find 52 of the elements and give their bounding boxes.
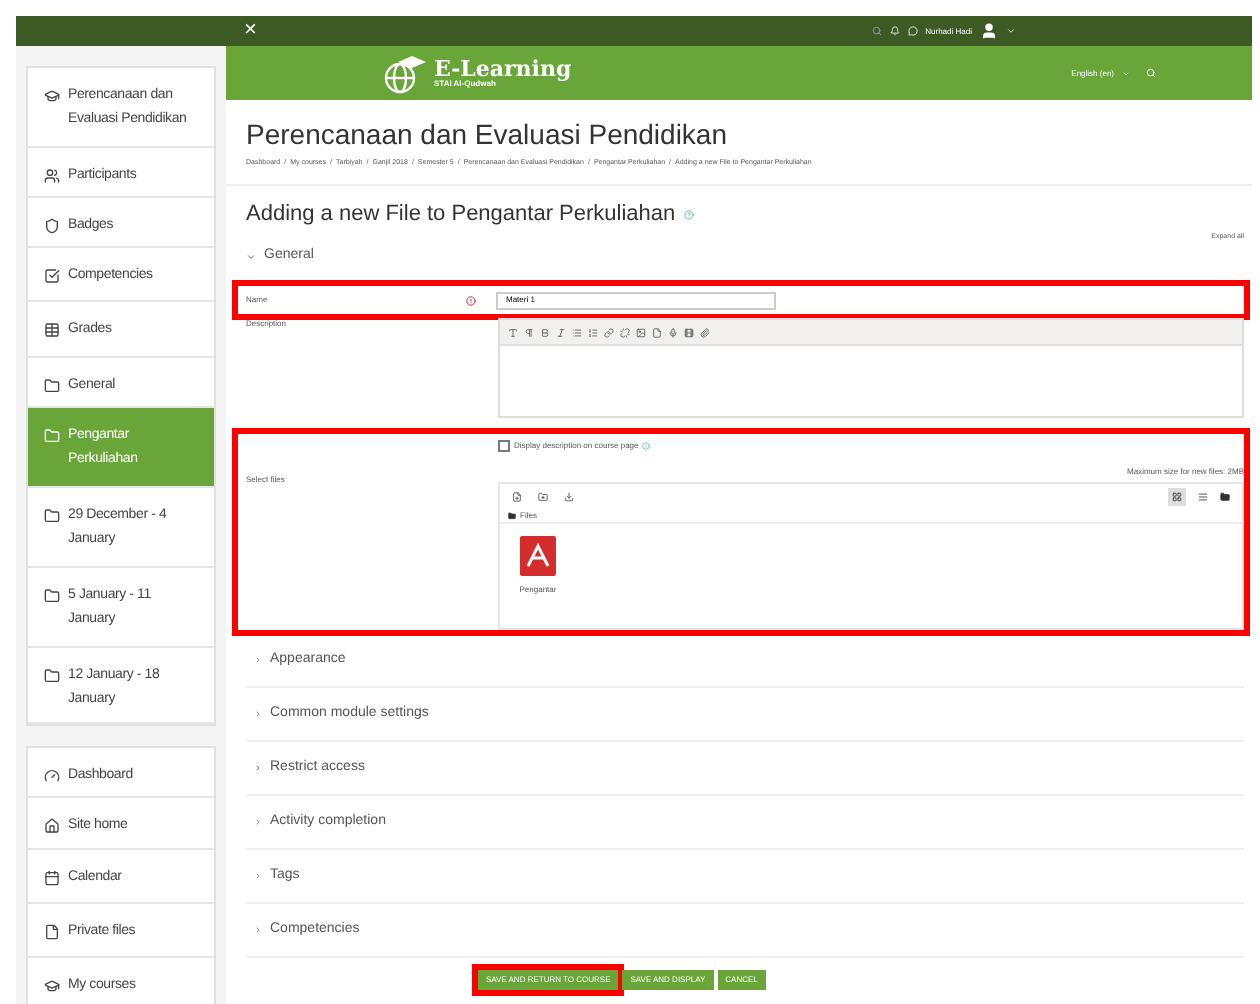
toolbar-icon[interactable] (540, 327, 550, 337)
folder-icon (508, 511, 516, 519)
caret-icon (1006, 26, 1016, 36)
download-icon[interactable] (564, 491, 574, 501)
sidebar-icon (44, 268, 60, 284)
page-title: Perencanaan dan Evaluasi Pendidikan (246, 116, 730, 152)
close-button[interactable]: × (244, 20, 257, 42)
toolbar-icon[interactable] (684, 327, 694, 337)
bell-icon (889, 26, 900, 36)
toolbar-icon[interactable] (636, 327, 646, 337)
form-heading: Adding a new File to Pengantar Perkuliahan (246, 200, 676, 231)
list-view-icon[interactable] (1198, 491, 1208, 501)
caret-icon (246, 251, 256, 261)
sidebar-icon (44, 588, 60, 604)
sidebar-icon (44, 870, 60, 886)
help-icon (683, 210, 694, 220)
sidebar-icon (44, 818, 60, 834)
info-icon (642, 442, 651, 450)
toolbar-icon[interactable] (508, 327, 518, 337)
sidebar-icon (44, 978, 60, 994)
sidebar-icon (44, 322, 60, 338)
sidebar-icon (44, 168, 60, 184)
new-folder-icon[interactable] (538, 491, 548, 501)
toolbar-icon[interactable] (588, 327, 598, 337)
grid-view-button[interactable] (1168, 487, 1186, 505)
sidebar-icon (44, 768, 60, 784)
sidebar-icon (44, 378, 60, 394)
add-file-icon[interactable] (512, 491, 522, 501)
toolbar-icon[interactable] (604, 327, 614, 337)
toolbar-icon[interactable] (652, 327, 662, 337)
pdf-file-icon (516, 532, 560, 580)
tree-view-icon[interactable] (1220, 491, 1230, 501)
search-icon (871, 26, 882, 36)
toolbar-icon[interactable] (700, 327, 710, 337)
toolbar-icon[interactable] (524, 327, 534, 337)
toolbar-icon[interactable] (572, 327, 582, 337)
toolbar-icon[interactable] (668, 327, 678, 337)
avatar-icon (980, 22, 998, 40)
chat-icon (907, 26, 918, 36)
toolbar-icon[interactable] (620, 327, 630, 337)
sidebar-icon (44, 88, 60, 104)
sidebar-icon (44, 508, 60, 524)
search-icon (1146, 68, 1156, 78)
toolbar-icon[interactable] (556, 327, 566, 337)
logo-title: E-Learning (434, 58, 572, 80)
sidebar-icon (44, 924, 60, 940)
required-icon (466, 295, 476, 305)
sidebar-icon (44, 218, 60, 234)
sidebar-icon (44, 668, 60, 684)
sidebar-icon (44, 428, 60, 444)
checkbox[interactable] (498, 440, 510, 452)
logo-icon (382, 51, 426, 95)
